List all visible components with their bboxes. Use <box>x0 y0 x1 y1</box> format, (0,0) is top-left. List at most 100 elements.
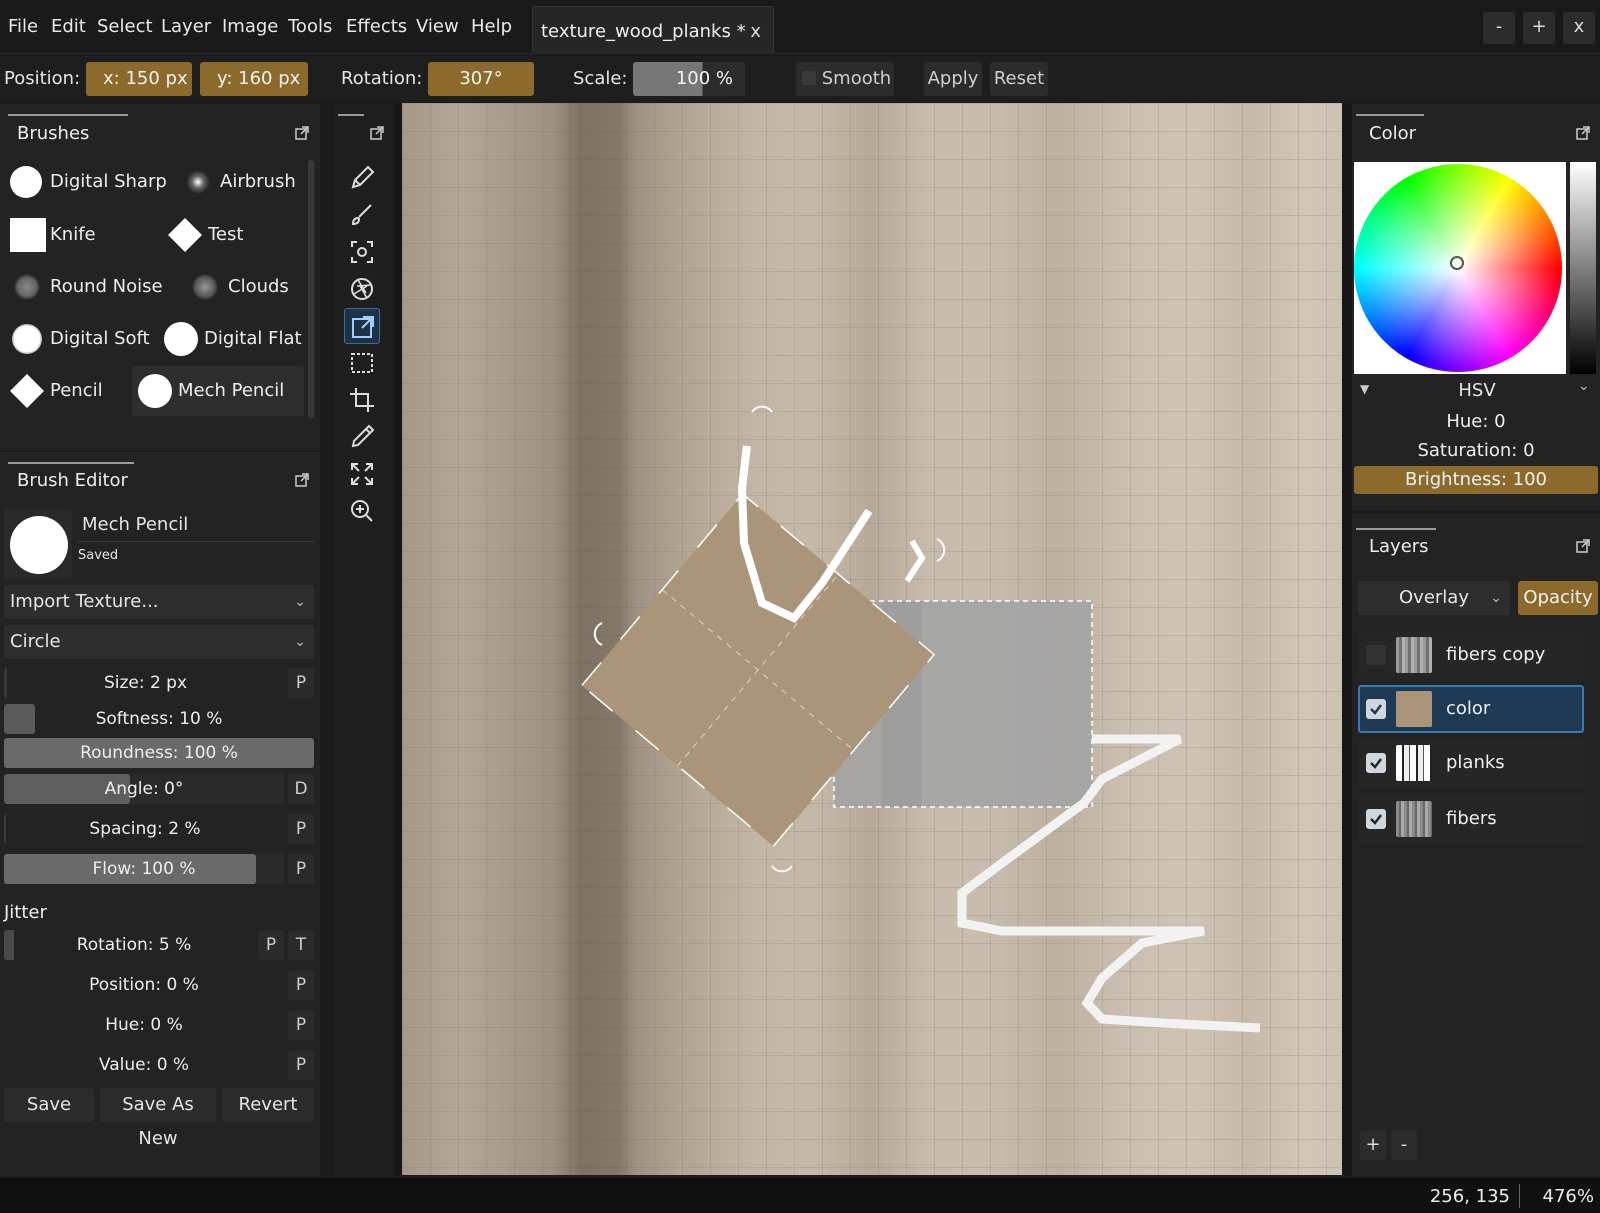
import-texture-dropdown[interactable]: Import Texture... ⌄ <box>4 585 314 619</box>
layer-row-planks[interactable]: planks <box>1358 739 1584 787</box>
position-y-field[interactable]: y: 160 px <box>200 62 308 96</box>
opacity-button[interactable]: Opacity <box>1518 581 1598 615</box>
hue-slider[interactable]: Hue: 0 <box>1354 408 1598 436</box>
brush-mech-pencil[interactable]: Mech Pencil <box>132 366 304 416</box>
layer-row-fibers[interactable]: fibers <box>1358 795 1584 843</box>
brush-preview-icon <box>184 168 212 196</box>
layers-title: Layers <box>1369 536 1429 557</box>
spacing-pressure-button[interactable]: P <box>288 814 314 844</box>
menu-layer[interactable]: Layer <box>161 16 211 37</box>
crop-tool[interactable] <box>344 382 380 418</box>
menu-help[interactable]: Help <box>471 16 512 37</box>
flow-slider[interactable]: Flow: 100 % <box>4 854 284 884</box>
softness-slider[interactable]: Softness: 10 % <box>4 704 314 734</box>
saturation-slider[interactable]: Saturation: 0 <box>1354 437 1598 465</box>
aperture-tool[interactable] <box>344 271 380 307</box>
jitter-position-slider[interactable]: Position: 0 % <box>4 970 284 1000</box>
layer-visibility-checkbox[interactable] <box>1366 699 1386 719</box>
document-tab[interactable]: texture_wood_planks * x <box>532 6 774 54</box>
eyedropper-tool[interactable] <box>344 419 380 455</box>
menu-image[interactable]: Image <box>222 16 278 37</box>
spacing-slider[interactable]: Spacing: 2 % <box>4 814 284 844</box>
popout-icon[interactable] <box>1576 539 1590 553</box>
menu-effects[interactable]: Effects <box>346 16 407 37</box>
layer-row-color[interactable]: color <box>1358 685 1584 733</box>
scale-value: 100 % <box>675 68 733 89</box>
position-x-field[interactable]: x: 150 px <box>86 62 192 96</box>
layer-visibility-checkbox[interactable] <box>1366 809 1386 829</box>
roundness-slider[interactable]: Roundness: 100 % <box>4 738 314 768</box>
size-slider[interactable]: Size: 2 px <box>4 668 284 698</box>
apply-button[interactable]: Apply <box>924 62 982 96</box>
jitter-hue-slider[interactable]: Hue: 0 % <box>4 1010 284 1040</box>
pencil-tool[interactable] <box>344 160 380 196</box>
popout-icon[interactable] <box>295 126 309 140</box>
menu-tools[interactable]: Tools <box>288 16 332 37</box>
rotate-handle[interactable] <box>936 538 946 562</box>
brushes-scrollbar[interactable] <box>308 160 314 418</box>
popout-icon[interactable] <box>370 126 384 140</box>
transform-capture-tool[interactable] <box>344 234 380 270</box>
smooth-checkbox[interactable]: Smooth <box>796 62 894 96</box>
angle-direction-button[interactable]: D <box>288 774 314 804</box>
rotate-handle[interactable] <box>593 622 603 646</box>
position-x-value: x: 150 px <box>103 68 188 89</box>
jitter-rotation-tilt-button[interactable]: T <box>288 930 314 960</box>
jitter-rotation-slider[interactable]: Rotation: 5 % <box>4 930 254 960</box>
chevron-down-icon: ⌄ <box>294 594 306 610</box>
jitter-rotation-pressure-button[interactable]: P <box>258 930 284 960</box>
close-window-button[interactable]: x <box>1563 12 1595 44</box>
remove-layer-button[interactable]: - <box>1391 1130 1417 1160</box>
size-pressure-button[interactable]: P <box>288 668 314 698</box>
brush-tool[interactable] <box>344 197 380 233</box>
add-layer-button[interactable]: + <box>1360 1130 1386 1160</box>
jitter-hue-pressure-button[interactable]: P <box>288 1010 314 1040</box>
rect-select-tool[interactable] <box>344 345 380 381</box>
brush-shape-dropdown[interactable]: Circle ⌄ <box>4 625 314 659</box>
save-as-new-button[interactable]: Save As New <box>100 1088 216 1149</box>
move-transform-tool[interactable] <box>344 308 380 344</box>
jitter-position-pressure-button[interactable]: P <box>288 970 314 1000</box>
collapse-arrow-icon[interactable]: ▼ <box>1360 382 1369 396</box>
menu-select[interactable]: Select <box>97 16 153 37</box>
rotate-handle[interactable] <box>771 865 793 873</box>
save-button[interactable]: Save <box>4 1088 94 1122</box>
brush-name-field[interactable]: Mech Pencil <box>78 508 314 542</box>
color-mode-value: HSV <box>1458 380 1496 401</box>
popout-icon[interactable] <box>1576 126 1590 140</box>
angle-value: Angle: 0° <box>104 779 184 799</box>
layer-row-fibers-copy[interactable]: fibers copy <box>1358 631 1584 679</box>
blend-mode-value: Overlay <box>1399 587 1469 608</box>
brush-label: Round Noise <box>50 276 163 297</box>
jitter-value-slider[interactable]: Value: 0 % <box>4 1050 284 1080</box>
layer-visibility-checkbox[interactable] <box>1366 645 1386 665</box>
menu-file[interactable]: File <box>8 16 38 37</box>
popout-icon[interactable] <box>295 473 309 487</box>
scale-slider[interactable]: 100 % <box>633 62 745 96</box>
jitter-value-pressure-button[interactable]: P <box>288 1050 314 1080</box>
blend-mode-dropdown[interactable]: Overlay ⌄ <box>1358 581 1510 615</box>
canvas[interactable] <box>402 103 1342 1175</box>
brightness-slider[interactable]: Brightness: 100 <box>1354 466 1598 494</box>
minimize-button[interactable]: - <box>1483 12 1515 44</box>
status-bar: 256, 135 476% <box>0 1178 1600 1213</box>
reset-button[interactable]: Reset <box>990 62 1048 96</box>
color-picker-cursor[interactable] <box>1450 256 1464 270</box>
fit-screen-tool[interactable] <box>344 456 380 492</box>
menu-edit[interactable]: Edit <box>51 16 86 37</box>
layer-visibility-checkbox[interactable] <box>1366 753 1386 773</box>
zoom-tool[interactable] <box>344 493 380 529</box>
brush-label: Test <box>208 224 244 245</box>
menu-view[interactable]: View <box>416 16 459 37</box>
angle-slider[interactable]: Angle: 0° <box>4 774 284 804</box>
flow-pressure-button[interactable]: P <box>288 854 314 884</box>
close-tab-icon[interactable]: x <box>750 21 761 42</box>
rotate-handle[interactable] <box>751 405 773 413</box>
position-y-value: y: 160 px <box>217 68 301 89</box>
brightness-strip[interactable] <box>1570 162 1596 374</box>
canvas-artwork <box>580 405 1261 1033</box>
revert-button[interactable]: Revert <box>222 1088 314 1122</box>
maximize-button[interactable]: + <box>1523 12 1555 44</box>
color-mode-dropdown[interactable]: HSV <box>1382 376 1572 406</box>
rotation-field[interactable]: 307° <box>428 62 534 96</box>
